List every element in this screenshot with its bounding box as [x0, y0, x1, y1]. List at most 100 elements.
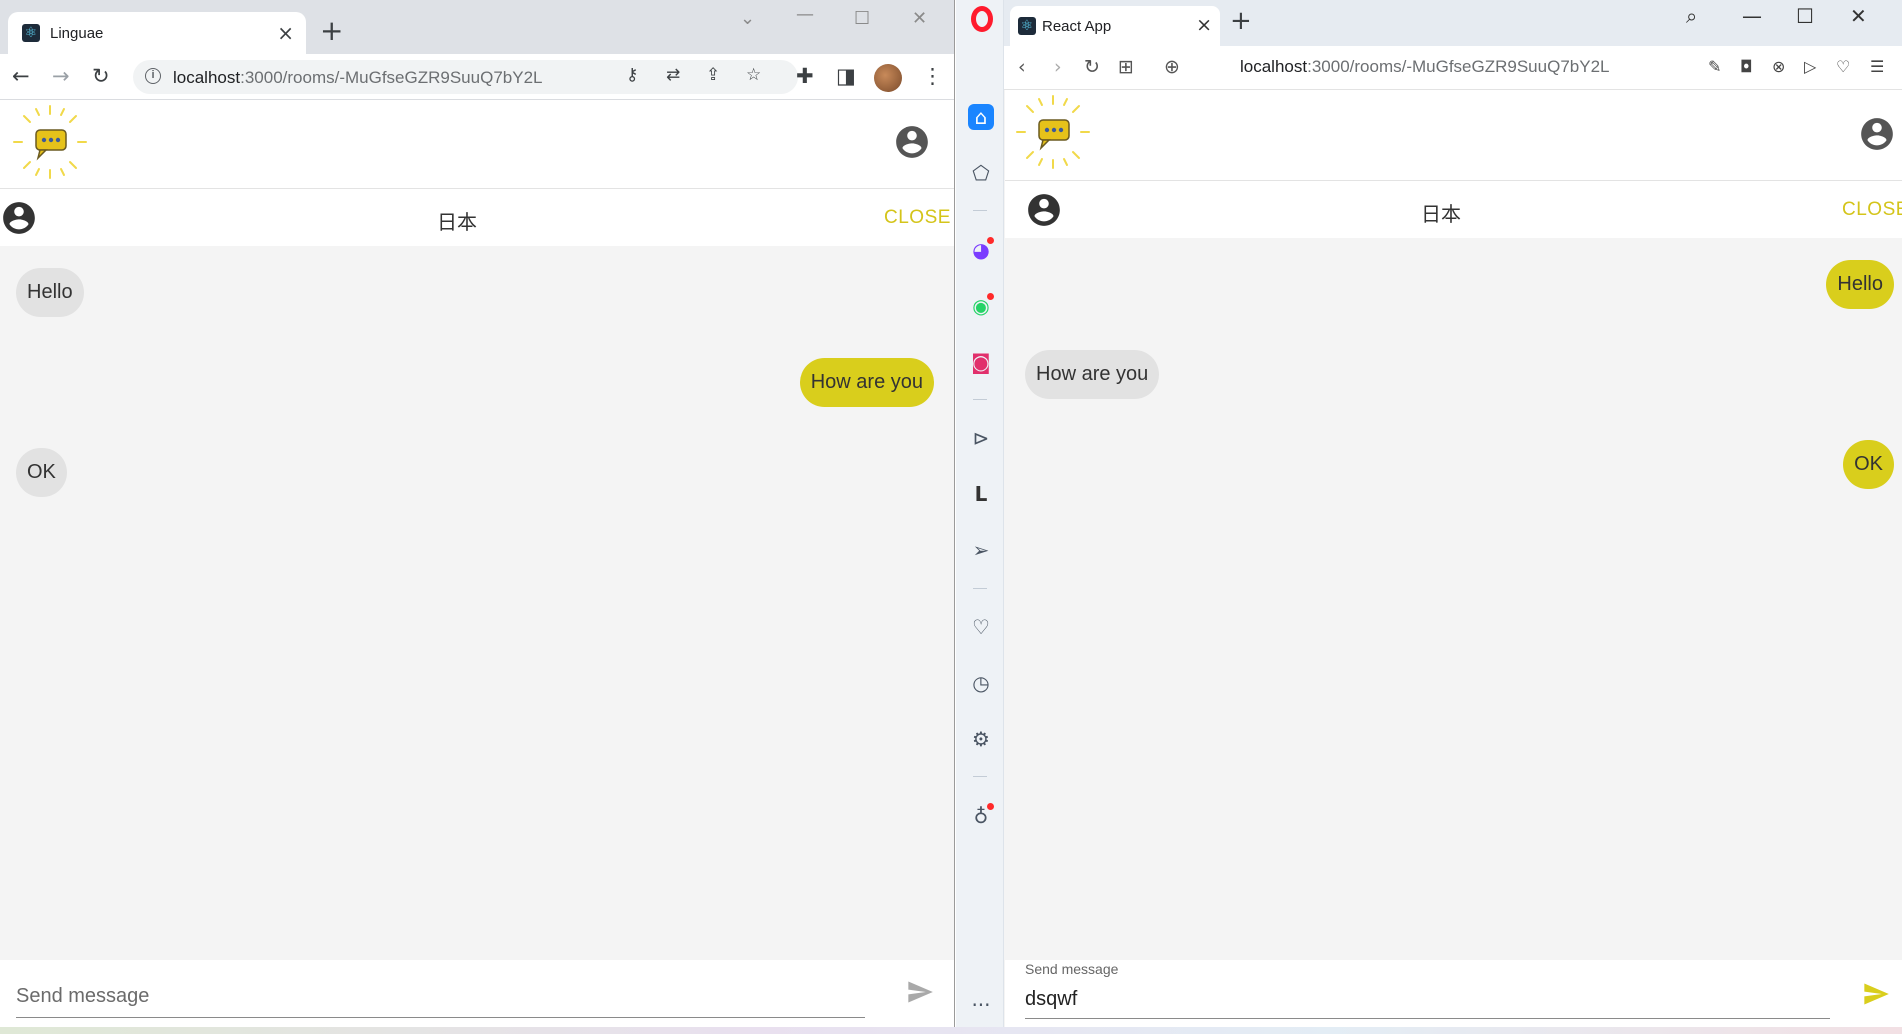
taskbar-strip [0, 1027, 1902, 1034]
message-bubble: How are you [799, 358, 934, 407]
back-icon[interactable]: ‹ [1018, 56, 1026, 78]
input-underline [16, 1017, 865, 1018]
share-icon[interactable]: ⇪ [706, 65, 720, 85]
notification-dot [987, 293, 994, 300]
app-header [0, 100, 954, 188]
send-icon[interactable] [905, 978, 935, 1006]
edit-icon[interactable]: ✎ [1708, 57, 1721, 76]
star-icon[interactable]: ☆ [746, 65, 761, 85]
new-tab-icon[interactable]: + [1230, 6, 1252, 36]
right-browser-window: ⌂ ⬠ ◕ ◉ ◙ ⊳ L ➢ ♡ ◷ ⚙ ♁ ··· ⚛ React App … [956, 0, 1902, 1034]
minimize-icon[interactable]: — [796, 4, 814, 25]
instagram-icon[interactable]: ◙ [968, 349, 994, 375]
player-icon[interactable]: ⊳ [968, 425, 994, 451]
back-icon[interactable]: ← [12, 64, 30, 88]
message-bubble: Hello [1826, 260, 1894, 309]
home-icon[interactable]: ⌂ [968, 104, 994, 130]
react-favicon-icon: ⚛ [1018, 17, 1036, 35]
l-icon[interactable]: L [968, 481, 994, 507]
url-text[interactable]: localhost:3000/rooms/-MuGfseGZR9SuuQ7bY2… [1240, 57, 1609, 77]
search-tabs-icon[interactable]: ⌕ [1686, 4, 1697, 28]
browser-tab[interactable]: ⚛ Linguae × [8, 12, 306, 54]
settings-icon[interactable]: ⚙ [968, 726, 994, 752]
tab-strip: ⚛ React App × + ⌕ — ☐ ✕ [1004, 0, 1902, 46]
minimize-icon[interactable]: — [1742, 4, 1762, 28]
chat-logo-icon[interactable] [1015, 94, 1091, 170]
tab-title: React App [1042, 18, 1112, 35]
contact-avatar-icon[interactable] [0, 199, 38, 237]
account-icon[interactable] [893, 123, 931, 161]
sidebar-divider [973, 588, 987, 589]
new-tab-icon[interactable]: + [320, 14, 343, 47]
chat-title: 日本 [437, 210, 477, 234]
forward-icon[interactable]: → [52, 64, 70, 88]
opera-logo-icon[interactable] [971, 6, 993, 32]
message-composer: Send message [0, 960, 954, 1027]
forward-icon[interactable]: › [1054, 56, 1062, 78]
tips-icon[interactable]: ♁ [968, 803, 994, 829]
account-icon[interactable] [1858, 115, 1896, 153]
message-bubble: OK [16, 448, 67, 497]
close-tab-icon[interactable]: × [277, 21, 294, 45]
chat-bar: 日本 CLOSE [0, 188, 954, 246]
browser-toolbar: ← → ↻ i localhost:3000/rooms/-MuGfseGZR9… [0, 54, 954, 100]
flow-send-icon[interactable]: ▷ [1804, 57, 1816, 76]
more-icon[interactable]: ··· [968, 992, 994, 1018]
chat-title: 日本 [1421, 202, 1461, 226]
app-header [1005, 90, 1902, 180]
maximize-icon[interactable]: ☐ [1796, 4, 1814, 28]
send-icon[interactable] [1861, 980, 1891, 1008]
contact-avatar-icon[interactable] [1025, 191, 1063, 229]
messenger-icon[interactable]: ◕ [968, 237, 994, 263]
chat-logo-icon[interactable] [12, 104, 88, 180]
message-bubble: OK [1843, 440, 1894, 489]
close-chat-button[interactable]: CLOSE [884, 207, 951, 229]
tab-title: Linguae [50, 25, 104, 42]
notification-dot [987, 803, 994, 810]
browser-tab[interactable]: ⚛ React App × [1010, 6, 1220, 46]
sidebar-divider [973, 776, 987, 777]
reload-icon[interactable]: ↻ [1084, 56, 1100, 78]
profile-avatar[interactable] [874, 64, 902, 92]
notification-dot [987, 237, 994, 244]
close-chat-button[interactable]: CLOSE [1842, 199, 1902, 221]
speed-dial-icon[interactable]: ⊞ [1118, 56, 1134, 78]
adblock-icon[interactable]: ⊗ [1772, 57, 1785, 76]
url-text[interactable]: localhost:3000/rooms/-MuGfseGZR9SuuQ7bY2… [173, 68, 542, 88]
left-browser-window: ⚛ Linguae × + ⌄ — ☐ ✕ ← → ↻ i localhost:… [0, 0, 955, 1034]
extensions-icon[interactable]: ✚ [796, 64, 814, 88]
react-favicon-icon: ⚛ [22, 24, 40, 42]
maximize-icon[interactable]: ☐ [854, 8, 870, 29]
translate-icon[interactable]: ⇄ [666, 65, 680, 85]
history-icon[interactable]: ◷ [968, 670, 994, 696]
pinboard-icon[interactable]: ⬠ [968, 160, 994, 186]
close-window-icon[interactable]: ✕ [1850, 4, 1867, 28]
message-bubble: Hello [16, 268, 84, 317]
whatsapp-icon[interactable]: ◉ [968, 293, 994, 319]
globe-icon[interactable]: ⊕ [1164, 56, 1180, 78]
message-input-placeholder[interactable]: Send message [16, 985, 149, 1008]
heart-icon[interactable]: ♡ [1836, 57, 1850, 76]
browser-toolbar: ‹ › ↻ ⊞ ⊕ localhost:3000/rooms/-MuGfseGZ… [1004, 46, 1902, 90]
input-underline [1025, 1018, 1830, 1019]
reload-icon[interactable]: ↻ [92, 64, 110, 88]
sidepanel-icon[interactable]: ◨ [836, 64, 856, 88]
tab-search-icon[interactable]: ⌄ [740, 8, 755, 29]
chat-bar: 日本 CLOSE [1005, 180, 1902, 238]
kebab-menu-icon[interactable]: ⋮ [922, 64, 943, 88]
address-bar[interactable]: i localhost:3000/rooms/-MuGfseGZR9SuuQ7b… [133, 60, 798, 94]
sidebar-divider [973, 210, 987, 211]
message-input-label: Send message [1025, 961, 1119, 977]
message-composer: Send message dsqwf [1005, 960, 1902, 1027]
easy-setup-icon[interactable]: ☰ [1870, 57, 1884, 76]
site-info-icon[interactable]: i [145, 68, 161, 84]
heart-icon[interactable]: ♡ [968, 614, 994, 640]
send-icon[interactable]: ➢ [968, 537, 994, 563]
close-tab-icon[interactable]: × [1196, 14, 1212, 36]
camera-icon[interactable]: ◘ [1740, 57, 1753, 76]
message-bubble: How are you [1025, 350, 1160, 399]
message-input[interactable]: dsqwf [1025, 988, 1077, 1011]
key-icon[interactable]: ⚷ [626, 65, 638, 85]
close-window-icon[interactable]: ✕ [912, 8, 927, 29]
tab-strip: ⚛ Linguae × + ⌄ — ☐ ✕ [0, 0, 954, 54]
